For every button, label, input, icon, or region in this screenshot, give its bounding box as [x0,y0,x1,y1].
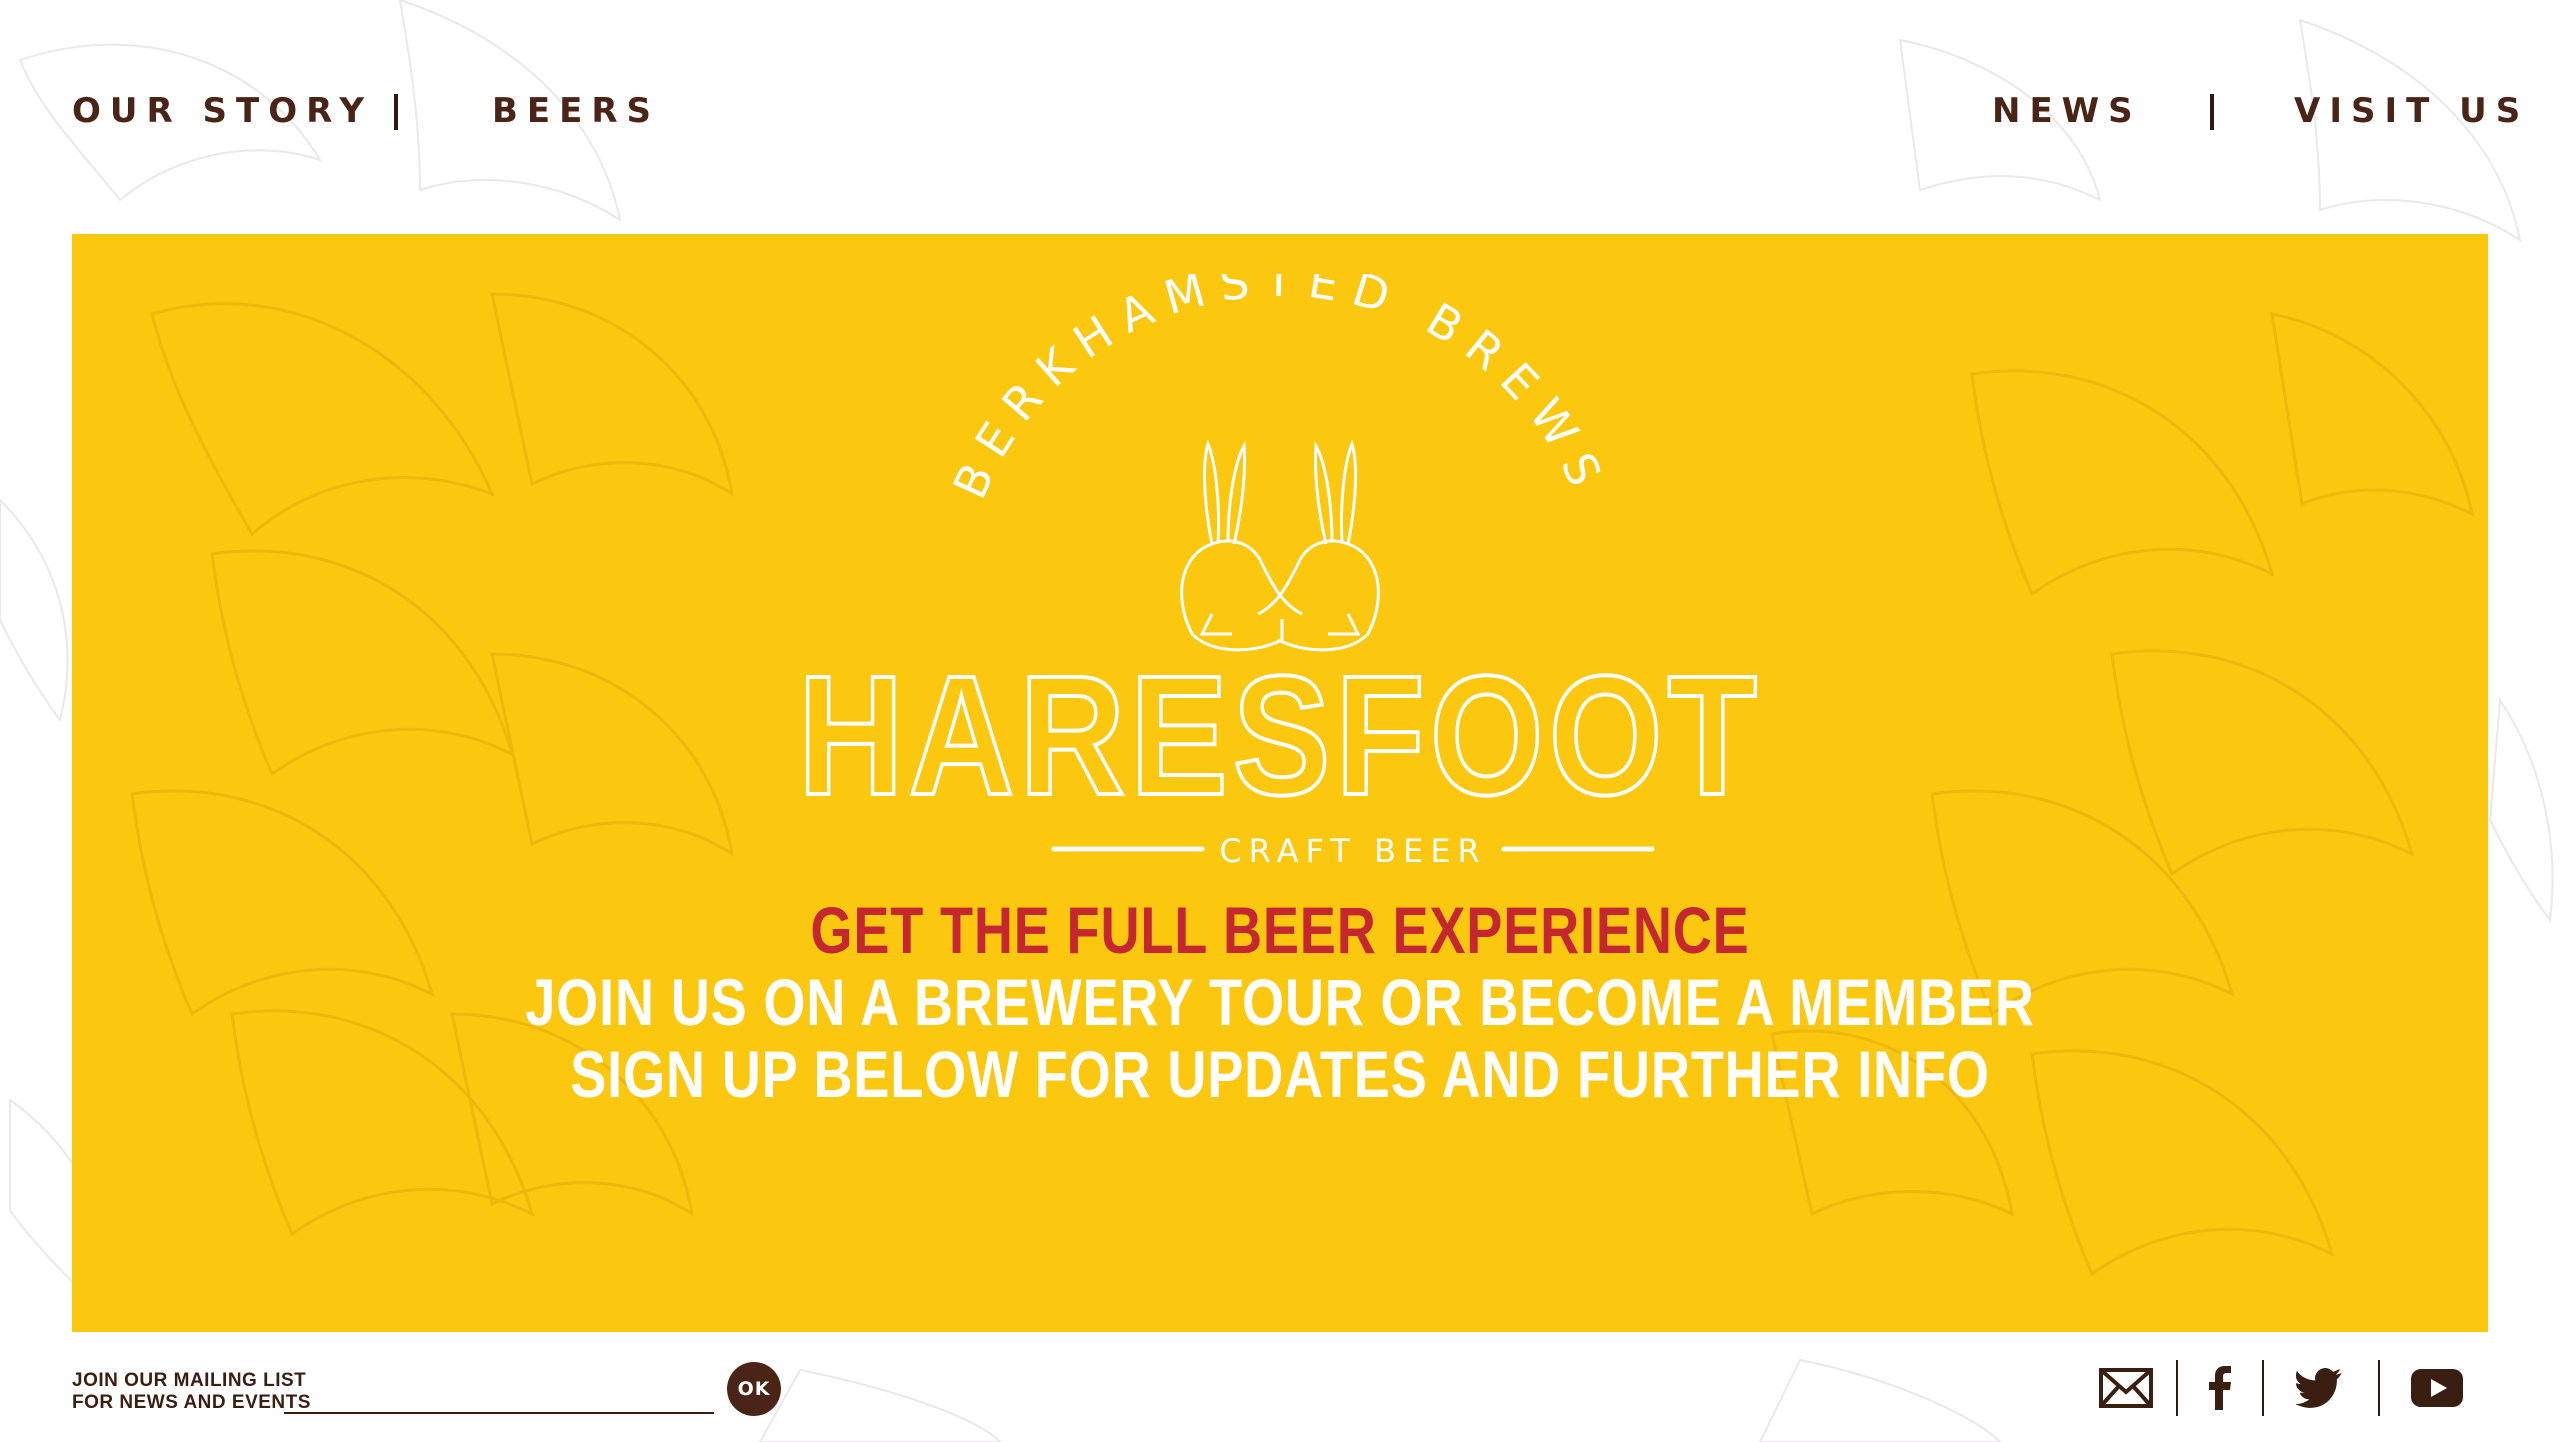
nav-our-story[interactable]: OUR STORY [72,90,373,132]
nav-visit-us[interactable]: VISIT US [2294,90,2529,132]
nav-separator [2210,94,2214,130]
main-navigation: OUR STORY BEERS NEWS VISIT US [0,90,2560,132]
hero-banner: BERKHAMSTED BREWS HARESFOOT CRAFT BEER G… [72,234,2488,1332]
email-icon[interactable] [2088,1360,2164,1416]
hero-taglines: GET THE FULL BEER EXPERIENCE JOIN US ON … [72,894,2488,1110]
mailing-label-line1: JOIN OUR MAILING LIST [72,1370,307,1391]
logo-brand-text: HARESFOOT [798,640,1762,831]
logo-arc-text: BERKHAMSTED BREWS [942,274,1617,507]
social-divider [2378,1360,2380,1416]
nav-beers[interactable]: BEERS [492,90,660,132]
hero-tagline-tour: JOIN US ON A BREWERY TOUR OR BECOME A ME… [525,965,2035,1039]
submit-button[interactable]: OK [727,1362,781,1416]
facebook-icon[interactable] [2184,1360,2254,1416]
social-divider [2262,1360,2264,1416]
mailing-label-line2: FOR NEWS AND EVENTS [72,1392,311,1413]
email-field[interactable] [284,1376,714,1414]
logo-subtitle: CRAFT BEER [1219,832,1486,870]
nav-news[interactable]: NEWS [1992,90,2142,132]
hero-tagline-signup: SIGN UP BELOW FOR UPDATES AND FURTHER IN… [570,1037,1990,1111]
mailing-list-label: JOIN OUR MAILING LIST FOR NEWS AND EVENT… [72,1370,311,1414]
hero-headline: GET THE FULL BEER EXPERIENCE [810,893,1750,967]
social-divider [2176,1360,2178,1416]
hares-icon [1180,439,1380,652]
twitter-icon[interactable] [2270,1360,2370,1416]
social-links [2088,1360,2488,1416]
nav-separator [394,94,398,130]
youtube-icon[interactable] [2386,1360,2488,1416]
